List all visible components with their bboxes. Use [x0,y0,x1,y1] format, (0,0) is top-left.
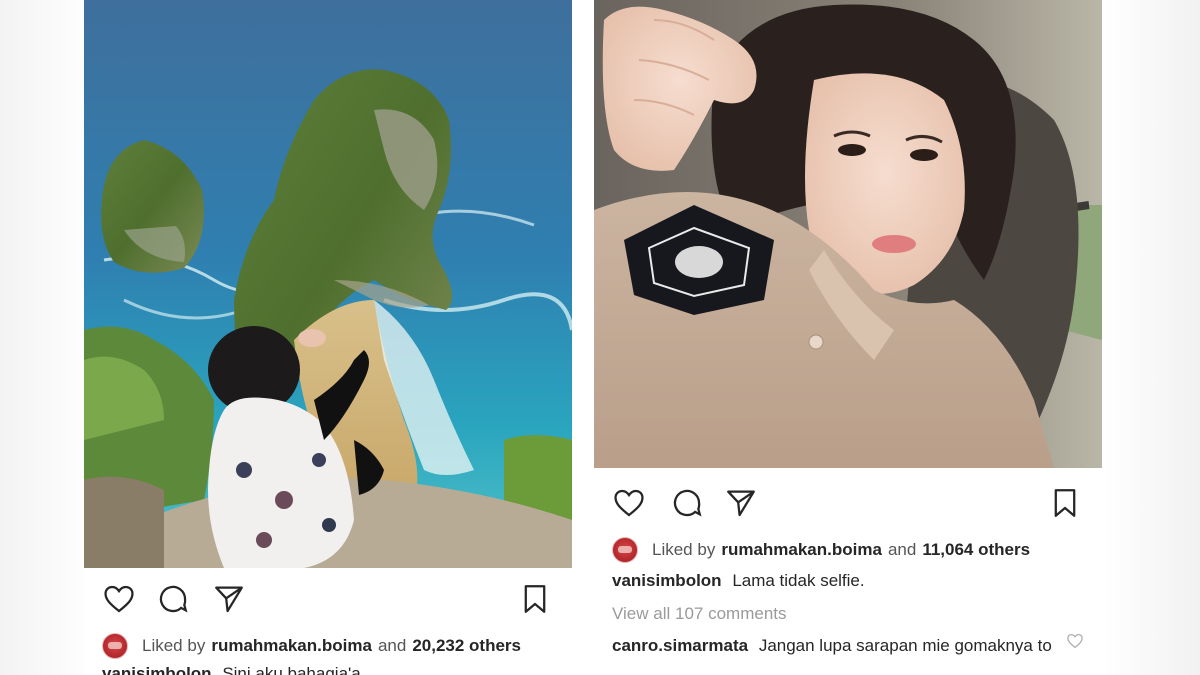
heart-icon[interactable] [100,580,138,618]
post-action-bar [84,578,572,618]
bookmark-icon[interactable] [1046,484,1084,522]
liked-by-and: and [887,540,917,559]
likes-count-others[interactable]: 11,064 others [922,540,1030,560]
paper-plane-icon[interactable] [210,580,248,618]
liked-by-and: and [377,636,407,655]
likes-summary: Liked by rumahmakan.boima and 20,232 oth… [102,632,521,660]
post-action-bar [594,482,1102,522]
liker-avatar[interactable] [612,537,638,563]
comment-item: canro.simarmata Jangan lupa sarapan mie … [612,633,1082,659]
screenshot-canvas: Liked by rumahmakan.boima and 20,232 oth… [0,0,1200,675]
post-photo-selfie[interactable] [594,0,1102,468]
comment-username[interactable]: canro.simarmata [612,636,748,655]
view-all-comments-link[interactable]: View all 107 comments [612,604,787,624]
post-caption: vanisimbolon Sini aku bahagia'a [102,664,361,675]
liked-by-username[interactable]: rumahmakan.boima [211,636,372,656]
instagram-post-beach: Liked by rumahmakan.boima and 20,232 oth… [84,0,572,675]
paper-plane-icon[interactable] [722,484,760,522]
liker-avatar[interactable] [102,633,128,659]
heart-icon[interactable] [610,484,648,522]
post-photo-beach[interactable] [84,0,572,568]
post-caption: vanisimbolon Lama tidak selfie. [612,571,865,591]
comment-heart-icon[interactable] [1066,632,1084,650]
comment-bubble-icon[interactable] [154,580,192,618]
liked-by-prefix: Liked by [652,540,716,559]
liked-by-prefix: Liked by [142,636,206,655]
comment-text: Jangan lupa sarapan mie gomaknya to [758,636,1052,655]
likes-summary: Liked by rumahmakan.boima and 11,064 oth… [612,536,1030,564]
liked-by-username[interactable]: rumahmakan.boima [721,540,882,560]
caption-username[interactable]: vanisimbolon [612,571,722,590]
caption-text: Sini aku bahagia'a [222,664,361,675]
bookmark-icon[interactable] [516,580,554,618]
likes-count-others[interactable]: 20,232 others [412,636,521,656]
caption-text: Lama tidak selfie. [732,571,865,590]
comment-bubble-icon[interactable] [668,484,706,522]
caption-username[interactable]: vanisimbolon [102,664,212,675]
instagram-post-selfie: Liked by rumahmakan.boima and 11,064 oth… [594,0,1102,675]
